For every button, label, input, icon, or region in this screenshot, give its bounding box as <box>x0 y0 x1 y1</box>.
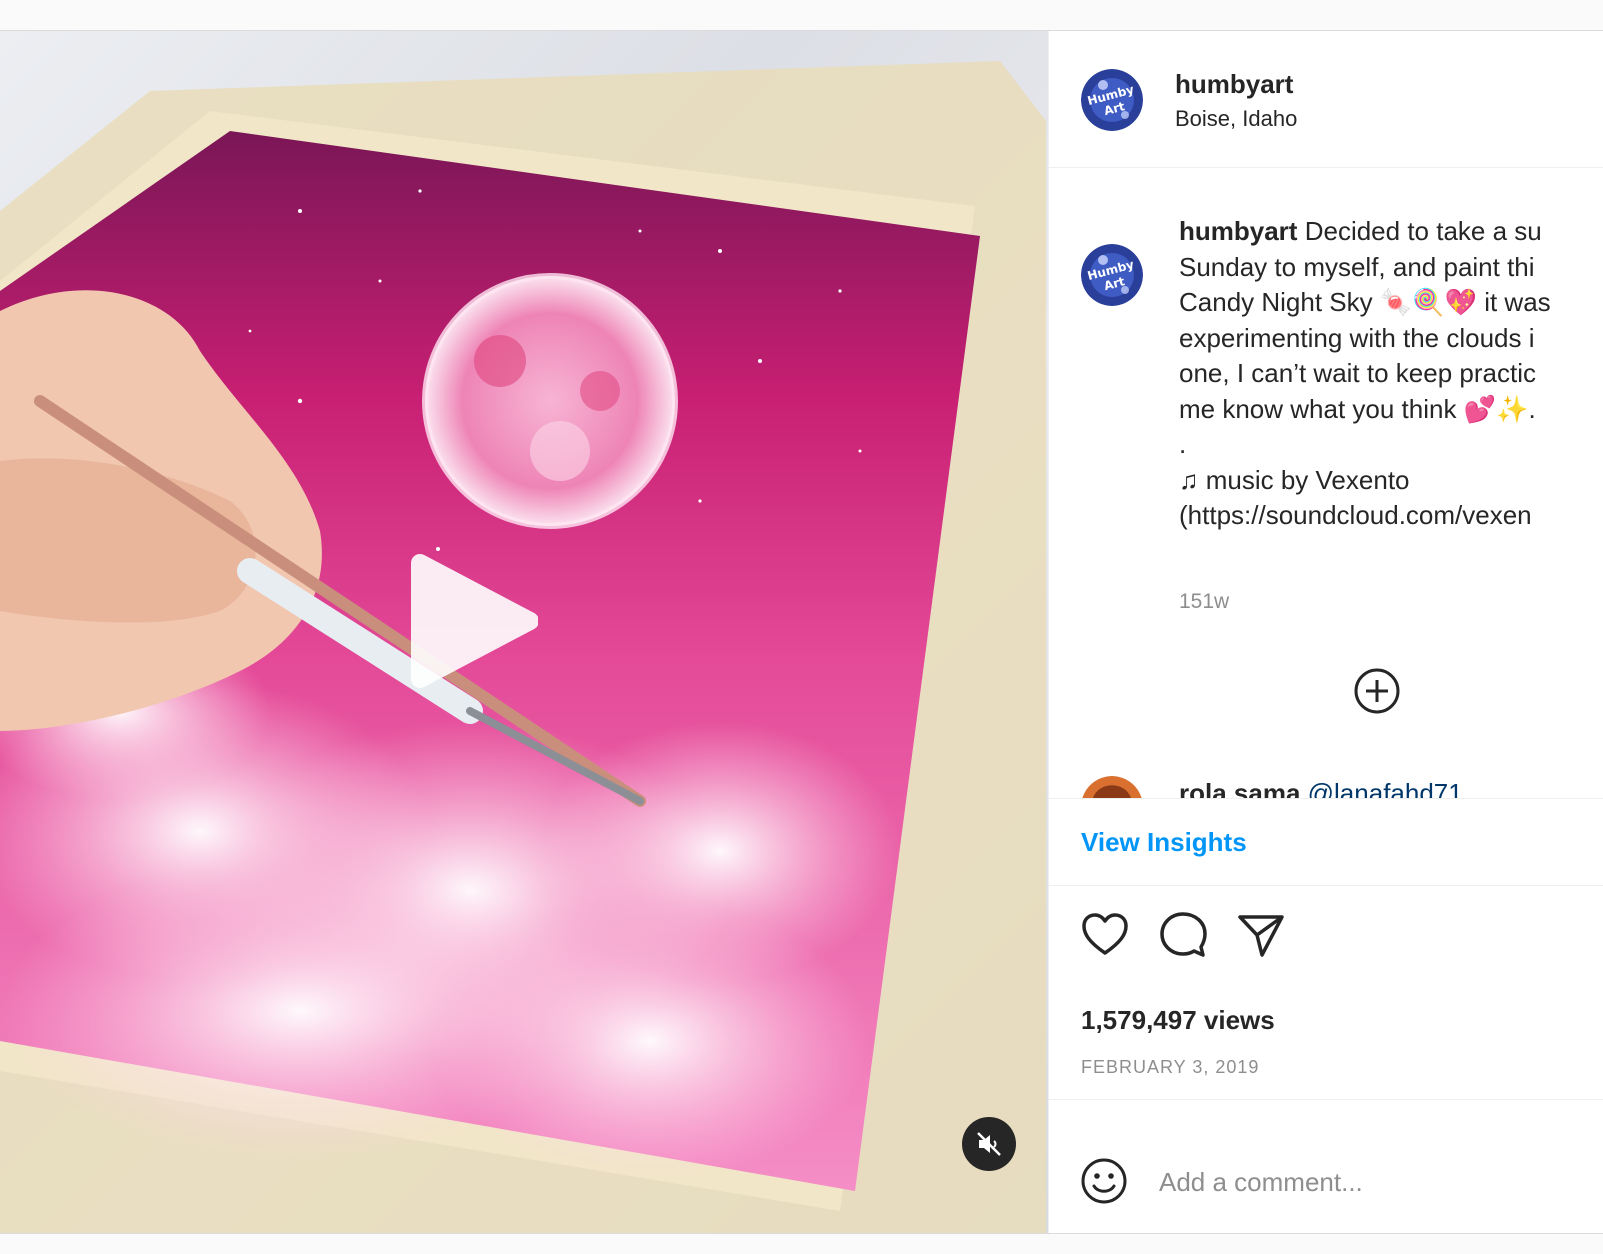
post-dialog: Humby Art humbyart Boise, Idaho Humby Ar… <box>0 30 1603 1234</box>
humbyart-logo: Humby Art <box>1081 69 1143 131</box>
caption-line: me know what you think 💕✨. <box>1179 393 1536 424</box>
paper-plane-icon <box>1238 915 1284 957</box>
post-location[interactable]: Boise, Idaho <box>1175 106 1297 132</box>
caption-line[interactable]: (https://soundcloud.com/vexen <box>1179 498 1603 534</box>
comments-list[interactable]: Humby Art humbyart Decided to take a su … <box>1049 168 1603 798</box>
caption-line: one, I can’t wait to keep practic <box>1179 358 1536 388</box>
muted-speaker-icon <box>977 1132 1001 1156</box>
heart-icon <box>1082 913 1128 955</box>
load-more-comments-button[interactable] <box>1352 666 1402 716</box>
share-button[interactable] <box>1235 909 1287 961</box>
caption-line: Candy Night Sky 🍬🍭💖 it was <box>1179 287 1551 317</box>
post-header: Humby Art humbyart Boise, Idaho <box>1049 31 1603 168</box>
play-icon <box>411 554 539 688</box>
comment-item: rola.sama @lanafahd71 <box>1179 778 1463 798</box>
caption-line: Decided to take a su <box>1304 216 1542 246</box>
caption-line: ♫ music by Vexento <box>1179 464 1410 495</box>
painted-moon <box>422 273 678 529</box>
video-player[interactable] <box>0 31 1048 1233</box>
post-date[interactable]: FEBRUARY 3, 2019 <box>1081 1057 1259 1078</box>
mute-toggle-button[interactable] <box>962 1117 1016 1171</box>
view-insights-link[interactable]: View Insights <box>1081 827 1247 858</box>
comment-input[interactable] <box>1157 1156 1581 1208</box>
commenter-username[interactable]: rola.sama <box>1179 778 1300 798</box>
view-count[interactable]: 1,579,497 views <box>1081 1005 1275 1036</box>
play-button[interactable] <box>408 551 539 691</box>
post-actions: 1,579,497 views FEBRUARY 3, 2019 <box>1049 885 1603 1099</box>
emoji-button[interactable] <box>1079 1156 1129 1206</box>
author-username[interactable]: humbyart <box>1175 69 1293 100</box>
plus-circle-icon <box>1354 668 1400 714</box>
insights-bar: View Insights <box>1049 798 1603 886</box>
caption-line: Sunday to myself, and paint thi <box>1179 251 1535 282</box>
commenter-avatar[interactable] <box>1081 776 1143 798</box>
comment-bubble-icon <box>1160 912 1207 957</box>
caption-line: . <box>1179 429 1187 459</box>
rola-sama-avatar <box>1082 776 1142 798</box>
post-caption: humbyart Decided to take a su Sunday to … <box>1179 214 1603 534</box>
smiley-icon <box>1081 1158 1127 1204</box>
humbyart-logo: Humby Art <box>1081 244 1143 306</box>
post-age[interactable]: 151w <box>1179 590 1229 614</box>
author-avatar[interactable]: Humby Art <box>1081 69 1143 131</box>
caption-username[interactable]: humbyart <box>1179 216 1297 246</box>
post-sidebar: Humby Art humbyart Boise, Idaho Humby Ar… <box>1048 31 1603 1233</box>
caption-author-avatar[interactable]: Humby Art <box>1081 244 1143 306</box>
like-button[interactable] <box>1079 909 1131 961</box>
add-comment-bar <box>1049 1099 1603 1233</box>
comment-button[interactable] <box>1157 909 1209 961</box>
mention-link[interactable]: @lanafahd71 <box>1308 778 1463 798</box>
caption-line: experimenting with the clouds i <box>1179 322 1535 353</box>
